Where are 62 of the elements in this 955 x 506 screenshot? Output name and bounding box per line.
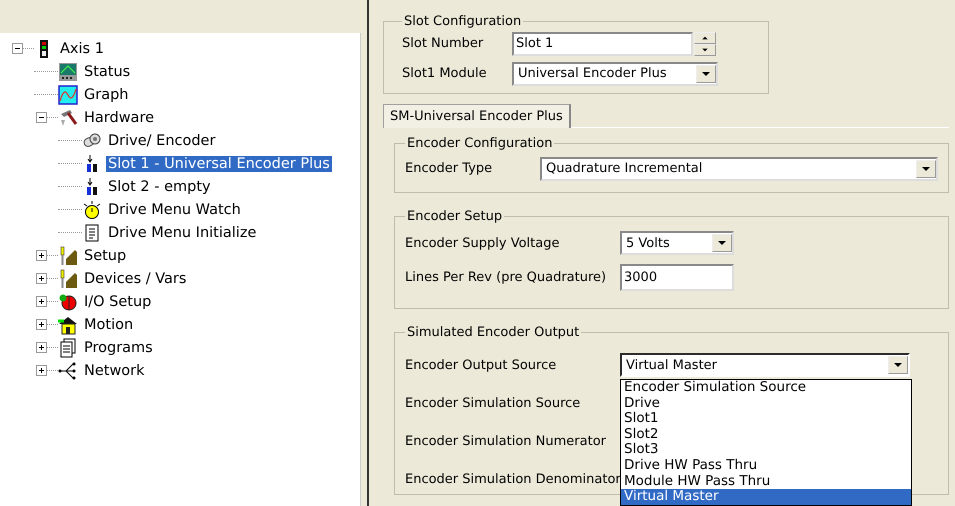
- group-title: Simulated Encoder Output: [406, 325, 580, 340]
- tree-item[interactable]: Slot 1 - Universal Encoder Plus: [106, 156, 332, 172]
- expander-box[interactable]: [36, 365, 47, 376]
- tree-item[interactable]: Devices / Vars: [82, 270, 188, 286]
- module-dropdown[interactable]: Universal Encoder Plus: [512, 62, 718, 86]
- house-icon: [58, 314, 78, 334]
- tree-item[interactable]: Drive/ Encoder: [106, 132, 218, 148]
- tree-item[interactable]: Graph: [82, 86, 130, 102]
- tree-item[interactable]: Programs: [82, 340, 155, 356]
- dropdown-option[interactable]: Module HW Pass Thru: [621, 474, 911, 490]
- tree-item[interactable]: Axis 1: [58, 40, 106, 56]
- probe-icon: [58, 268, 78, 288]
- documents-icon: [58, 338, 78, 358]
- field-label: Slot Number: [402, 36, 484, 51]
- tab[interactable]: SM-Universal Encoder Plus: [383, 104, 571, 128]
- lines-per-rev-field[interactable]: 3000: [620, 264, 734, 290]
- output-source-dropdown[interactable]: Virtual Master: [620, 353, 910, 377]
- tree-item[interactable]: Hardware: [82, 110, 156, 126]
- expander-box[interactable]: [36, 342, 47, 353]
- slot-number-field[interactable]: Slot 1: [512, 32, 693, 56]
- probe-icon: [58, 246, 78, 266]
- dropdown-option[interactable]: Encoder Simulation Source: [621, 380, 911, 396]
- expander-box[interactable]: [36, 112, 47, 123]
- group-title: Encoder Setup: [406, 209, 504, 224]
- supply-voltage-dropdown[interactable]: 5 Volts: [620, 231, 734, 255]
- field-label: Encoder Simulation Numerator: [405, 434, 606, 448]
- field-label: Encoder Simulation Source: [405, 396, 580, 410]
- tree-item[interactable]: Drive Menu Watch: [106, 202, 243, 218]
- dropdown-option[interactable]: Slot2: [621, 426, 911, 442]
- tree-item[interactable]: Setup: [82, 248, 128, 264]
- tree-item[interactable]: I/O Setup: [82, 294, 154, 310]
- tree-item[interactable]: Drive Menu Initialize: [106, 224, 258, 240]
- dropdown-option[interactable]: Virtual Master: [621, 489, 911, 505]
- expander-box[interactable]: [36, 319, 47, 330]
- dropdown-option[interactable]: Slot3: [621, 442, 911, 458]
- tree-item[interactable]: Network: [82, 362, 147, 378]
- tree-item[interactable]: Motion: [82, 316, 136, 332]
- expander-box[interactable]: [12, 43, 23, 54]
- spin-down-icon[interactable]: [694, 44, 716, 56]
- field-label: Encoder Type: [405, 161, 494, 176]
- network-icon: [58, 360, 78, 380]
- field-label: Encoder Simulation Denominator: [405, 472, 621, 486]
- field-label: Slot1 Module: [402, 66, 488, 81]
- ladybug-icon: [58, 292, 78, 312]
- stopwatch-icon: [82, 200, 102, 220]
- group-title: Slot Configuration: [403, 14, 522, 29]
- hammer-icon: [58, 108, 78, 128]
- tree-item[interactable]: Slot 2 - empty: [106, 178, 213, 194]
- field-label: Encoder Output Source: [405, 358, 558, 372]
- graph-icon: [58, 84, 78, 104]
- dropdown-option[interactable]: Slot1: [621, 411, 911, 427]
- field-label: Encoder Supply Voltage: [405, 236, 560, 250]
- dropdown-option[interactable]: Drive: [621, 396, 911, 412]
- expander-box[interactable]: [36, 250, 47, 261]
- tree-item[interactable]: Status: [82, 64, 132, 80]
- spin-up-icon[interactable]: [694, 32, 716, 44]
- encoder-type-dropdown[interactable]: Quadrature Incremental: [540, 156, 938, 180]
- expander-box[interactable]: [36, 273, 47, 284]
- group-title: Encoder Configuration: [406, 136, 554, 151]
- field-label: Lines Per Rev (pre Quadrature): [405, 270, 608, 284]
- dropdown-option[interactable]: Drive HW Pass Thru: [621, 458, 911, 474]
- expander-box[interactable]: [36, 296, 47, 307]
